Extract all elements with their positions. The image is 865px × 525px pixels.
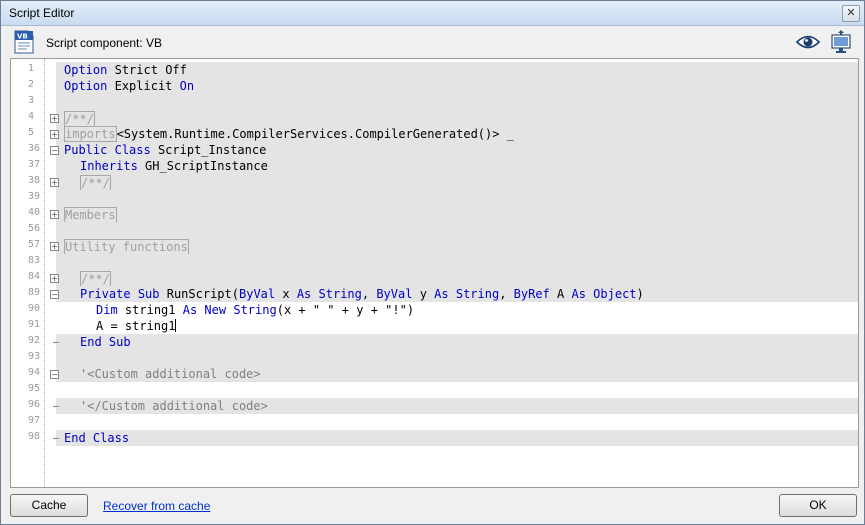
- line-number: 2: [28, 79, 35, 90]
- code-text: Private Sub RunScript(ByVal x As String,…: [80, 287, 644, 301]
- code-line[interactable]: 84 + /**/: [11, 270, 858, 287]
- code-text: imports<System.Runtime.CompilerServices.…: [64, 126, 514, 142]
- collapsed-region[interactable]: /**/: [80, 175, 111, 191]
- collapse-fold-icon[interactable]: −: [50, 146, 59, 155]
- collapsed-imports[interactable]: imports: [64, 126, 117, 142]
- cache-button[interactable]: Cache: [10, 494, 88, 517]
- code-line[interactable]: 2 Option Explicit On: [11, 78, 858, 94]
- code-line[interactable]: 38 + /**/: [11, 174, 858, 191]
- comment-text: '<Custom additional code>: [80, 367, 261, 381]
- line-number: 5: [28, 127, 35, 138]
- line-number: 56: [28, 223, 41, 234]
- code-line[interactable]: 89 − Private Sub RunScript(ByVal x As St…: [11, 286, 858, 302]
- code-text: Inherits GH_ScriptInstance: [80, 159, 268, 173]
- recover-from-cache-link[interactable]: Recover from cache: [103, 499, 210, 513]
- expand-fold-icon[interactable]: +: [50, 114, 59, 123]
- code-line[interactable]: 83: [11, 254, 858, 270]
- footer-bar: Cache Recover from cache OK: [1, 491, 864, 524]
- fold-end-marker: [53, 342, 59, 343]
- svg-text:VB: VB: [17, 33, 28, 41]
- eye-preview-icon[interactable]: [796, 33, 820, 51]
- line-number: 39: [28, 191, 41, 202]
- code-line[interactable]: 1 Option Strict Off: [11, 62, 858, 78]
- collapsed-region[interactable]: /**/: [80, 271, 111, 287]
- script-editor-window: Script Editor ✕ VB Script component: VB: [0, 0, 865, 525]
- line-number: 40: [28, 207, 41, 218]
- code-line[interactable]: 96 '</Custom additional code>: [11, 398, 858, 414]
- line-number: 83: [28, 255, 41, 266]
- title-bar[interactable]: Script Editor ✕: [1, 1, 864, 26]
- line-number: 93: [28, 351, 41, 362]
- line-number: 36: [28, 143, 41, 154]
- code-text-content: A = string1: [96, 319, 176, 333]
- line-number: 37: [28, 159, 41, 170]
- line-number: 96: [28, 399, 41, 410]
- component-label: Script component: VB: [46, 36, 163, 50]
- code-line[interactable]: 4 + /**/: [11, 110, 858, 127]
- code-text: End Sub: [80, 335, 131, 349]
- code-line[interactable]: 37 Inherits GH_ScriptInstance: [11, 158, 858, 174]
- line-number: 98: [28, 431, 41, 442]
- code-lines[interactable]: 1 Option Strict Off 2 Option Explicit On…: [11, 62, 858, 446]
- code-text: Public Class Script_Instance: [64, 143, 267, 157]
- line-number: 1: [28, 63, 35, 74]
- collapse-fold-icon[interactable]: −: [50, 370, 59, 379]
- expand-fold-icon[interactable]: +: [50, 274, 59, 283]
- code-line[interactable]: 56: [11, 222, 858, 238]
- expand-fold-icon[interactable]: +: [50, 242, 59, 251]
- close-button[interactable]: ✕: [842, 5, 860, 22]
- fold-end-marker: [53, 438, 59, 439]
- line-number: 38: [28, 175, 41, 186]
- vb-script-icon: VB: [14, 30, 34, 54]
- code-line[interactable]: 36 − Public Class Script_Instance: [11, 142, 858, 158]
- line-number: 95: [28, 383, 41, 394]
- code-text: Option Strict Off: [64, 63, 187, 77]
- expand-fold-icon[interactable]: +: [50, 210, 59, 219]
- line-number: 90: [28, 303, 41, 314]
- line-number: 94: [28, 367, 41, 378]
- code-line[interactable]: 93: [11, 350, 858, 366]
- code-line[interactable]: 94 − '<Custom additional code>: [11, 366, 858, 382]
- code-line[interactable]: 3: [11, 94, 858, 110]
- code-line[interactable]: 95: [11, 382, 858, 398]
- line-number: 91: [28, 319, 41, 330]
- monitor-dock-icon[interactable]: [829, 30, 853, 54]
- code-text: Dim string1 As New String(x + " " + y + …: [96, 303, 415, 317]
- code-line[interactable]: 39: [11, 190, 858, 206]
- code-line[interactable]: 98 End Class: [11, 430, 858, 446]
- code-line[interactable]: 40 + Members: [11, 206, 858, 223]
- collapsed-region[interactable]: /**/: [64, 111, 95, 127]
- code-text: End Class: [64, 431, 130, 445]
- line-number: 92: [28, 335, 41, 346]
- expand-fold-icon[interactable]: +: [50, 178, 59, 187]
- window-title: Script Editor: [9, 6, 75, 20]
- line-number: 89: [28, 287, 41, 298]
- expand-fold-icon[interactable]: +: [50, 130, 59, 139]
- code-line-active[interactable]: 91 A = string1: [11, 318, 858, 334]
- comment-text: '</Custom additional code>: [80, 399, 268, 413]
- collapse-fold-icon[interactable]: −: [50, 290, 59, 299]
- code-line[interactable]: 97: [11, 414, 858, 430]
- line-number: 97: [28, 415, 41, 426]
- fold-end-marker: [53, 406, 59, 407]
- line-number: 4: [28, 111, 35, 122]
- line-number: 3: [28, 95, 35, 106]
- collapsed-utility-region[interactable]: Utility functions: [64, 239, 189, 255]
- collapsed-members-region[interactable]: Members: [64, 207, 117, 223]
- line-number: 84: [28, 271, 41, 282]
- code-line[interactable]: 92 End Sub: [11, 334, 858, 350]
- editor-header: VB Script component: VB: [1, 26, 864, 58]
- code-text: Option Explicit On: [64, 79, 195, 93]
- code-editor[interactable]: 1 Option Strict Off 2 Option Explicit On…: [10, 58, 859, 488]
- line-number: 57: [28, 239, 41, 250]
- ok-button[interactable]: OK: [779, 494, 857, 517]
- code-text: A = string1: [96, 319, 177, 333]
- code-line[interactable]: 5 + imports<System.Runtime.CompilerServi…: [11, 126, 858, 142]
- text-cursor: [175, 319, 177, 332]
- code-line[interactable]: 90 Dim string1 As New String(x + " " + y…: [11, 302, 858, 318]
- code-line[interactable]: 57 + Utility functions: [11, 238, 858, 255]
